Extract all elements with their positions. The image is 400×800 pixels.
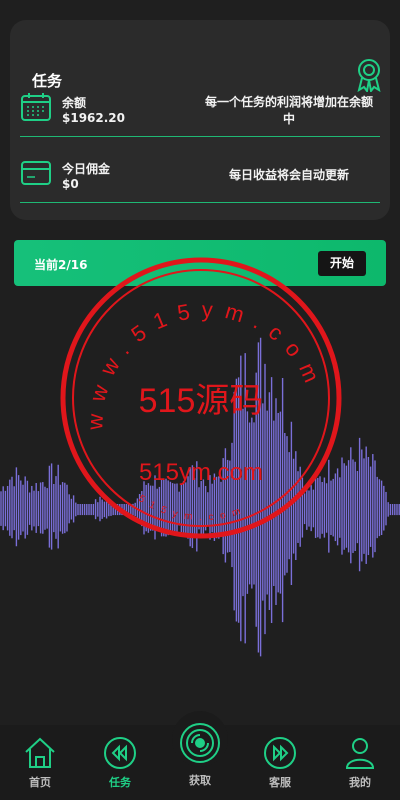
bottom-tab-bar: 首页 任务 获取 客服 我的: [0, 711, 400, 800]
balance-description: 每一个任务的利润将增加在余额中: [204, 95, 373, 126]
task-card: 任务 余额 $1962.20 每一个任务的利润将增加在余额中 今日佣金 $0 每…: [10, 20, 390, 220]
award-badge-icon: [357, 59, 381, 92]
tab-home[interactable]: 首页: [0, 725, 80, 800]
card-divider: [20, 136, 380, 137]
tab-task-label: 任务: [109, 776, 131, 789]
disc-icon: [180, 723, 220, 763]
tab-service[interactable]: 客服: [240, 725, 320, 800]
commission-label: 今日佣金: [62, 162, 111, 176]
tab-get[interactable]: 获取: [160, 715, 240, 790]
home-icon: [25, 737, 55, 768]
tab-task[interactable]: 任务: [80, 725, 160, 800]
watermark-stamp: www.515ym.com 515源码 515ym.com 515ym.com: [60, 257, 342, 539]
commission-value: $0: [62, 177, 79, 191]
tab-mine-label: 我的: [349, 776, 371, 789]
credit-card-icon: [21, 161, 51, 185]
watermark-inner-text: 515ym.com: [136, 493, 248, 523]
tab-service-label: 客服: [269, 776, 291, 789]
watermark-center-text: 515源码: [139, 382, 264, 420]
rewind-icon: [104, 737, 136, 769]
calendar-icon: [21, 93, 51, 121]
task-card-title: 任务: [32, 72, 63, 90]
balance-label: 余额: [62, 96, 87, 110]
user-icon: [345, 738, 375, 769]
fast-forward-icon: [264, 737, 296, 769]
watermark-site-text: 515ym.com: [139, 459, 263, 486]
tab-mine[interactable]: 我的: [320, 725, 400, 800]
tab-get-label: 获取: [189, 774, 211, 787]
commission-description: 每日收益将会自动更新: [228, 168, 349, 182]
balance-value: $1962.20: [62, 111, 126, 125]
card-divider: [20, 202, 380, 203]
tab-home-label: 首页: [29, 776, 51, 789]
